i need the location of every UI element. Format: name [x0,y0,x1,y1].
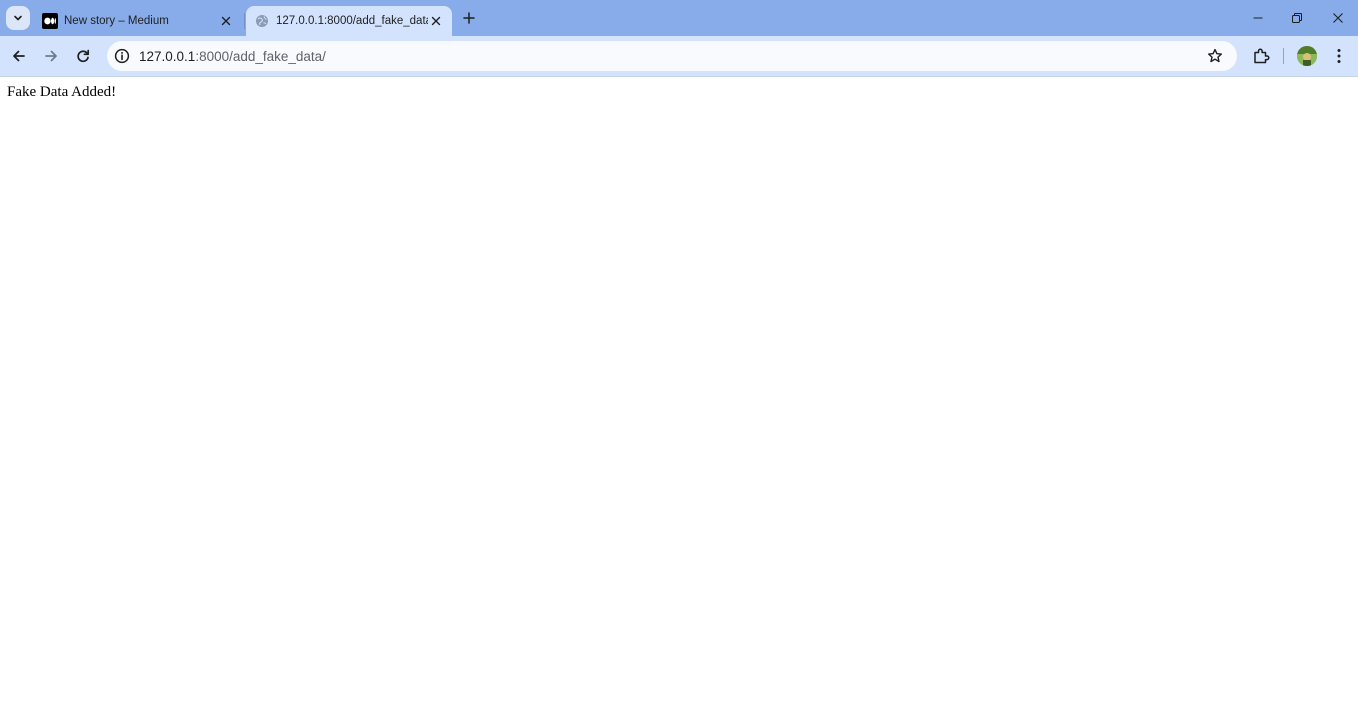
close-tab-icon[interactable] [218,13,234,29]
status-message: Fake Data Added! [7,84,117,100]
back-button[interactable] [7,44,31,68]
toolbar-separator [1283,48,1284,64]
site-info-button[interactable] [111,45,133,67]
more-vertical-icon [1337,49,1341,63]
star-icon [1208,48,1222,63]
chevron-down-icon [14,15,22,21]
tab-strip: New story – Medium 127.0.0.1:8000/add_fa… [0,0,1358,36]
address-bar[interactable]: 127.0.0.1:8000/add_fake_data/ [107,41,1237,71]
tab-medium[interactable]: New story – Medium [34,6,242,36]
puzzle-icon [1254,48,1270,64]
close-window-button[interactable] [1320,6,1356,30]
profile-avatar[interactable] [1297,46,1317,66]
browser-menu-button[interactable] [1329,44,1349,68]
plus-icon [463,12,475,24]
globe-icon [254,13,270,29]
browser-toolbar: 127.0.0.1:8000/add_fake_data/ [0,36,1358,76]
tab-title: 127.0.0.1:8000/add_fake_data/ [276,15,428,27]
new-tab-button[interactable] [459,8,479,28]
url-text[interactable]: 127.0.0.1:8000/add_fake_data/ [139,49,326,64]
arrow-left-icon [13,50,25,62]
restore-icon [1292,13,1302,23]
tab-add-fake-data[interactable]: 127.0.0.1:8000/add_fake_data/ [246,6,452,36]
reload-button[interactable] [71,44,95,68]
tab-title: New story – Medium [64,15,169,27]
url-host: 127.0.0.1 [139,48,196,64]
medium-logo-icon [42,13,58,29]
close-tab-icon[interactable] [428,13,444,29]
extensions-button[interactable] [1249,44,1273,68]
tab-search-button[interactable] [6,6,30,30]
info-icon [114,48,130,64]
minimize-icon [1253,17,1263,19]
close-icon [1333,13,1343,23]
avatar-image [1297,46,1317,66]
restore-button[interactable] [1279,6,1315,30]
reload-icon [77,49,90,63]
page-content: Fake Data Added! [0,77,1358,718]
arrow-right-icon [45,50,57,62]
forward-button[interactable] [39,44,63,68]
bookmark-button[interactable] [1205,46,1225,66]
tab-divider [244,13,245,29]
minimize-button[interactable] [1240,6,1276,30]
url-path: :8000/add_fake_data/ [195,48,326,64]
